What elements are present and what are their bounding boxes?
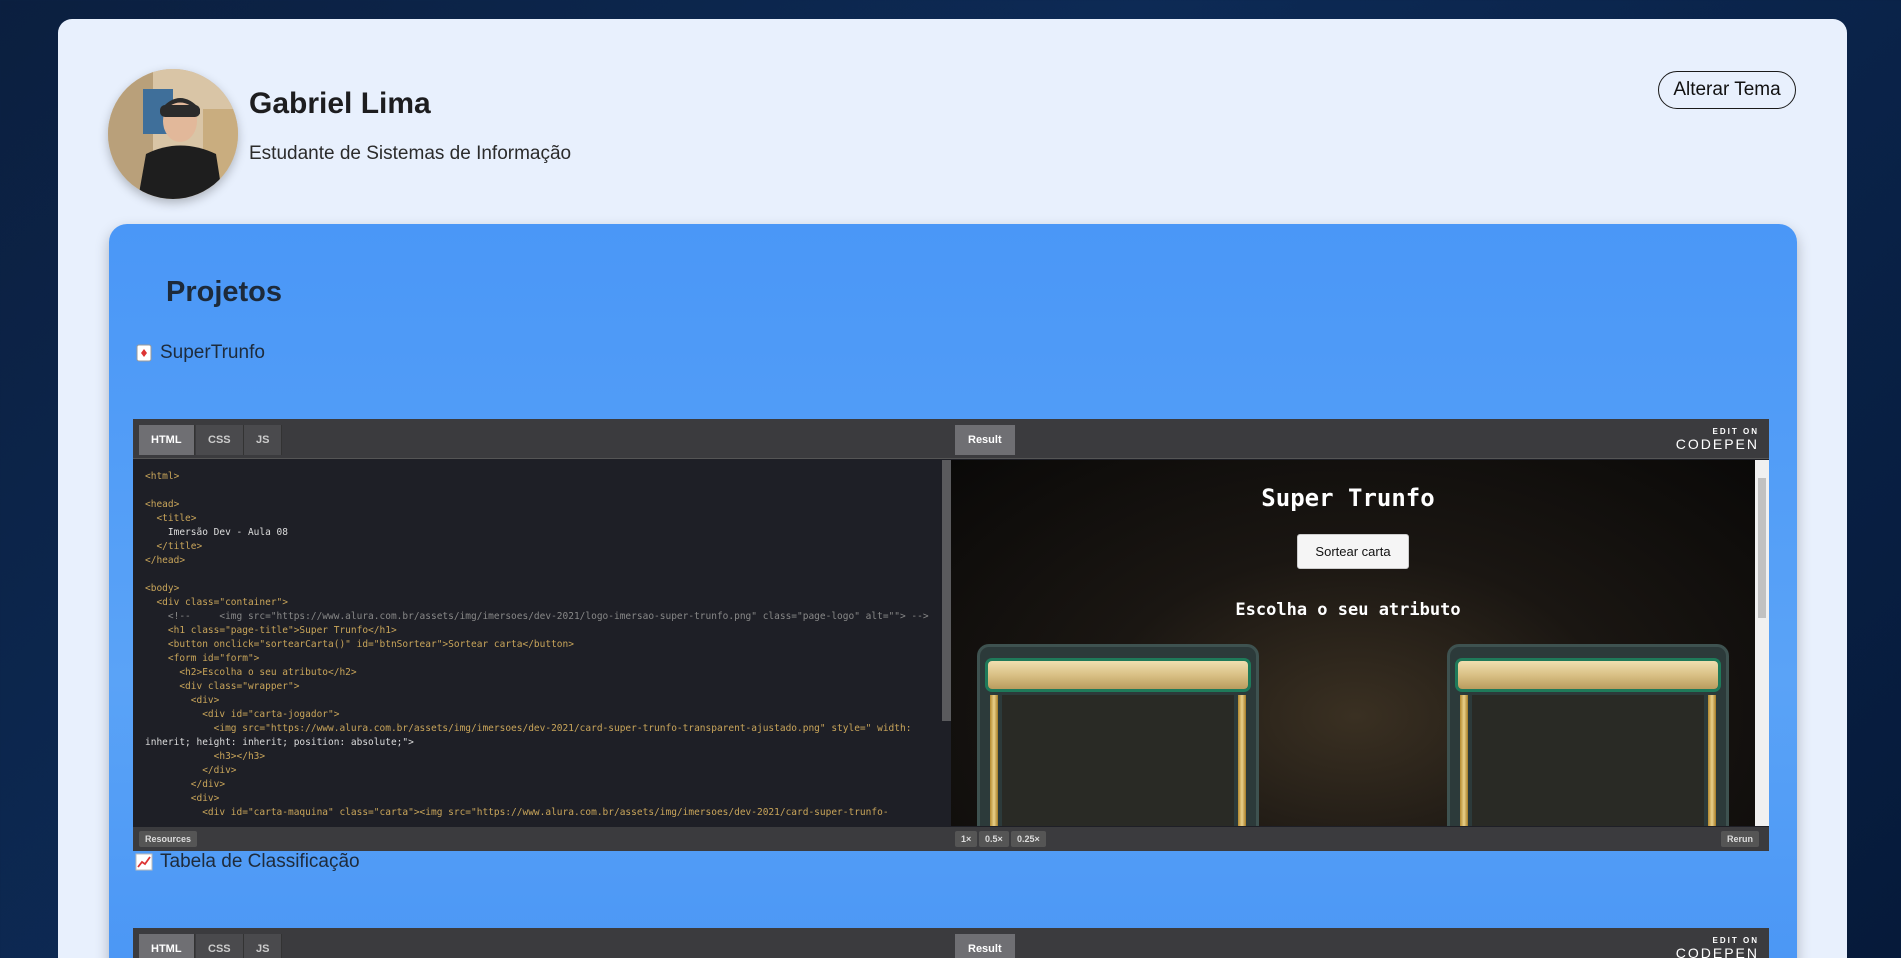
code-line: <head>	[145, 499, 180, 510]
code-line: <html>	[145, 471, 180, 482]
code-line: </title>	[145, 541, 203, 552]
code-line: <h1 class="page-title">Super Trunfo</h1>	[145, 625, 397, 636]
projects-section: Projetos SuperTrunfo HTML CSS JS Result …	[109, 224, 1797, 958]
result-preview[interactable]: Super Trunfo Sortear carta Escolha o seu…	[951, 460, 1759, 826]
projects-title: Projetos	[166, 276, 283, 308]
code-editor[interactable]: <html> <head> <title> Imersão Dev - Aula…	[133, 460, 941, 826]
zoom-1x-button[interactable]: 1×	[955, 831, 978, 847]
edit-on-codepen-link[interactable]: EDIT ON CODEPEN	[1676, 936, 1759, 958]
tab-js[interactable]: JS	[244, 425, 283, 455]
project-label-classification: Tabela de Classificação	[135, 851, 360, 873]
zoom-05x-button[interactable]: 0.5×	[979, 831, 1009, 847]
code-line: <form id="form">	[145, 653, 260, 664]
code-line: <h3></h3>	[145, 751, 266, 762]
result-scrollbar-thumb[interactable]	[1758, 478, 1766, 618]
card-banner	[988, 661, 1248, 689]
profile-card: Gabriel Lima Estudante de Sistemas de In…	[58, 19, 1847, 958]
tab-html[interactable]: HTML	[139, 934, 195, 958]
code-line: <div id="carta-maquina" class="carta"><i…	[145, 807, 889, 818]
code-line: <img src="https://www.alura.com.br/asset…	[145, 723, 912, 734]
code-line: Imersão Dev - Aula 08	[145, 527, 288, 538]
project-label-text: Tabela de Classificação	[160, 851, 360, 872]
tab-css[interactable]: CSS	[196, 425, 244, 455]
card-frame-left	[1460, 695, 1468, 826]
codepen-embed-supertrunfo[interactable]: HTML CSS JS Result EDIT ON CODEPEN <html…	[133, 419, 1769, 851]
tab-js[interactable]: JS	[244, 934, 283, 958]
code-line: <button onclick="sortearCarta()" id="btn…	[145, 639, 574, 650]
code-line: </head>	[145, 555, 186, 566]
zoom-025x-button[interactable]: 0.25×	[1011, 831, 1046, 847]
edit-on-text: EDIT ON	[1712, 427, 1759, 436]
card-inner	[1472, 695, 1704, 826]
code-line: inherit; height: inherit; position: abso…	[145, 737, 414, 748]
tab-result[interactable]: Result	[955, 425, 1015, 455]
resources-button[interactable]: Resources	[139, 831, 198, 847]
rerun-button[interactable]: Rerun	[1720, 831, 1759, 847]
profile-name: Gabriel Lima	[249, 87, 431, 120]
card-frame-right	[1708, 695, 1716, 826]
code-line: <title>	[145, 513, 197, 524]
machine-card	[1447, 644, 1729, 826]
result-title: Super Trunfo	[1261, 484, 1435, 512]
codepen-footer: Resources 1× 0.5× 0.25× Rerun	[133, 827, 1769, 851]
code-line: <div>	[145, 793, 220, 804]
change-theme-button[interactable]: Alterar Tema	[1658, 71, 1796, 109]
code-line: <body>	[145, 583, 180, 594]
result-scrollbar[interactable]	[1755, 460, 1769, 826]
edit-on-text: EDIT ON	[1712, 936, 1759, 945]
avatar	[108, 69, 238, 199]
project-label-text: SuperTrunfo	[160, 342, 265, 363]
card-banner	[1458, 661, 1718, 689]
code-line: <h2>Escolha o seu atributo</h2>	[145, 667, 357, 678]
avatar-photo	[108, 69, 238, 199]
code-scrollbar[interactable]	[942, 460, 951, 721]
card-frame-right	[1238, 695, 1246, 826]
code-line: </div>	[145, 765, 237, 776]
code-line: </div>	[145, 779, 226, 790]
draw-card-button[interactable]: Sortear carta	[1297, 534, 1409, 569]
player-card	[977, 644, 1259, 826]
codepen-brand: CODEPEN	[1675, 436, 1759, 452]
card-frame-left	[990, 695, 998, 826]
card-inner	[1002, 695, 1234, 826]
codepen-brand: CODEPEN	[1675, 945, 1759, 958]
codepen-embed-classification[interactable]: HTML CSS JS Result EDIT ON CODEPEN	[133, 928, 1769, 958]
code-line: <!-- <img src="https://www.alura.com.br/…	[145, 611, 929, 622]
code-line: <div id="carta-jogador">	[145, 709, 340, 720]
edit-on-codepen-link[interactable]: EDIT ON CODEPEN	[1676, 427, 1759, 452]
chart-increasing-icon	[135, 853, 153, 871]
result-subtitle: Escolha o seu atributo	[1235, 600, 1461, 620]
code-line: <div>	[145, 695, 220, 706]
code-line: <div class="wrapper">	[145, 681, 300, 692]
codepen-toolbar: HTML CSS JS Result EDIT ON CODEPEN	[133, 419, 1769, 459]
tab-html[interactable]: HTML	[139, 425, 195, 455]
code-line: <div class="container">	[145, 597, 288, 608]
tab-result[interactable]: Result	[955, 934, 1015, 958]
profile-role: Estudante de Sistemas de Informação	[249, 143, 572, 164]
project-label-supertrunfo: SuperTrunfo	[135, 342, 265, 364]
tab-css[interactable]: CSS	[196, 934, 244, 958]
playing-card-icon	[135, 344, 153, 362]
codepen-toolbar: HTML CSS JS Result EDIT ON CODEPEN	[133, 928, 1769, 958]
